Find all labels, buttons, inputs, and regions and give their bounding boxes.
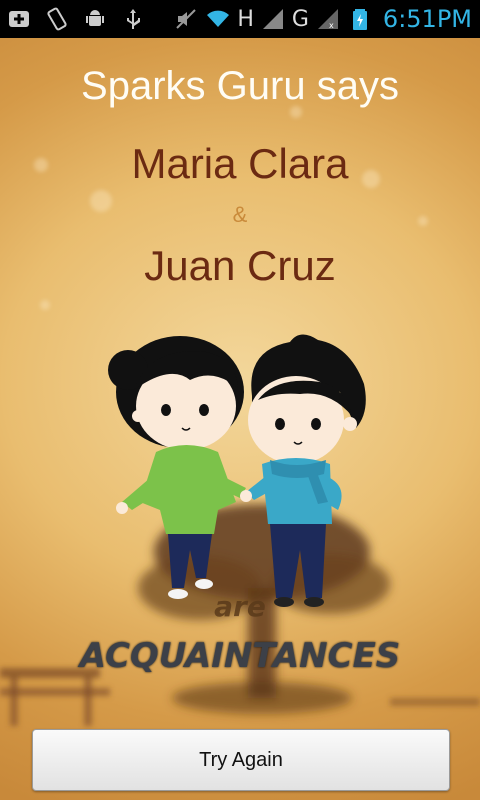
signal-strength-icon-2: x <box>315 6 341 32</box>
mute-icon <box>173 6 199 32</box>
add-notification-icon <box>6 6 32 32</box>
ampersand: & <box>232 202 248 227</box>
status-clock: 6:51PM <box>382 5 472 33</box>
result-screen: Sparks Guru says Maria Clara & Juan Cruz <box>0 38 480 800</box>
usb-icon <box>120 6 146 32</box>
couple-illustration <box>0 334 480 726</box>
svg-text:x: x <box>329 21 334 30</box>
network-type-label-1: H <box>237 6 254 32</box>
relationship-result: ACQUAINTANCES <box>79 636 401 676</box>
screen-rotate-icon <box>44 6 70 32</box>
wifi-icon <box>205 6 231 32</box>
status-bar: H G x 6:51PM <box>0 0 480 38</box>
status-left-icons <box>6 6 146 32</box>
status-right-icons: H G x 6:51PM <box>173 4 472 34</box>
android-debug-icon <box>82 6 108 32</box>
network-type-label-2: G <box>291 6 309 32</box>
second-name: Juan Cruz <box>144 242 336 289</box>
first-name: Maria Clara <box>131 140 349 187</box>
signal-strength-icon-1 <box>260 6 286 32</box>
connector-text: are <box>214 590 266 623</box>
battery-charging-icon <box>347 6 373 32</box>
try-again-button[interactable]: Try Again <box>32 729 450 791</box>
result-heading: Sparks Guru says <box>81 64 399 108</box>
